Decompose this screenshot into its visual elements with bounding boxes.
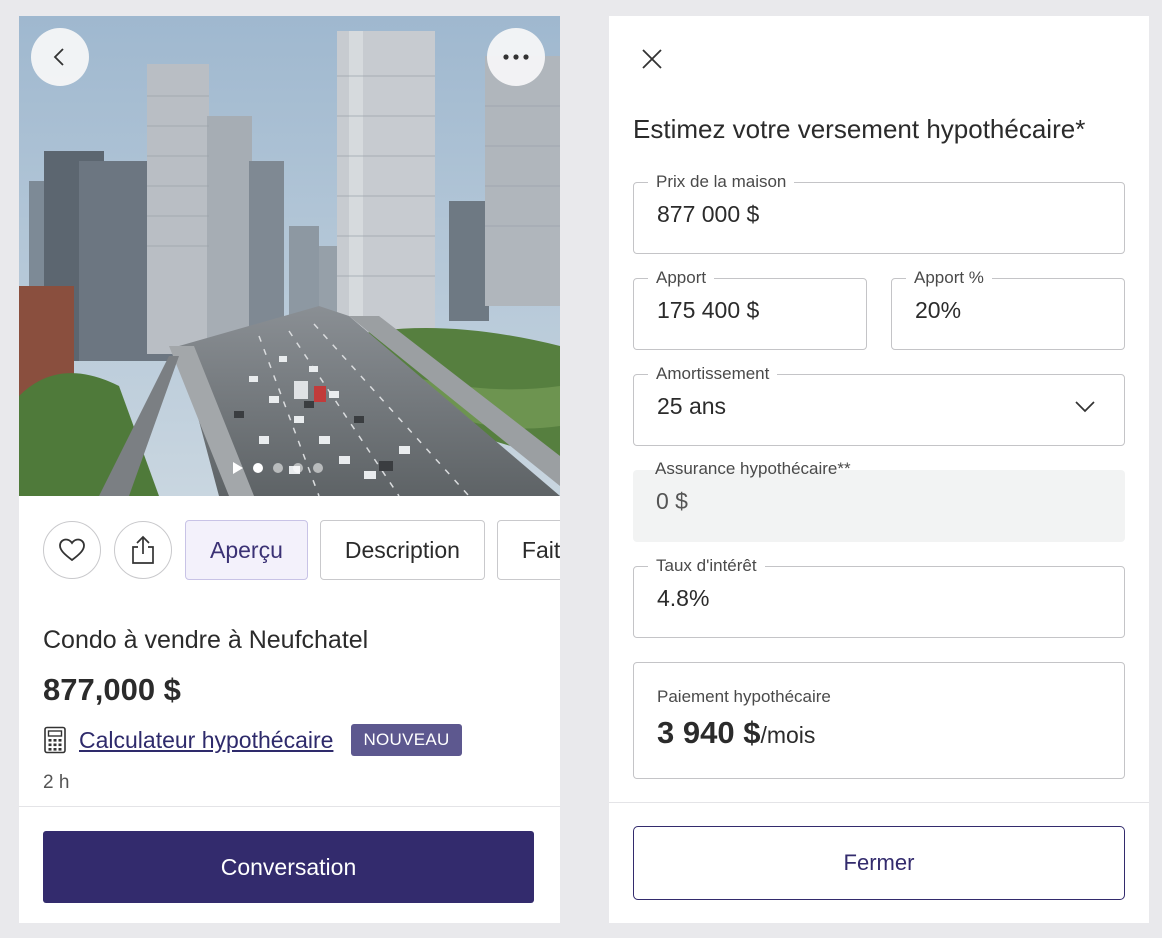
amortization-label: Amortissement (648, 363, 778, 385)
gallery-indicator (233, 462, 323, 474)
interest-rate-label: Taux d'intérêt (648, 555, 765, 577)
interest-rate-field[interactable]: Taux d'intérêt 4.8% (633, 555, 1125, 638)
calculator-title: Estimez votre versement hypothécaire* (633, 114, 1086, 144)
down-payment-percent-value: 20% (915, 297, 962, 323)
new-badge: NOUVEAU (351, 724, 462, 756)
chevron-left-icon (53, 48, 64, 66)
listing-price: 877,000 $ (43, 672, 181, 707)
gallery-dot[interactable] (293, 463, 303, 473)
mortgage-insurance-value: 0 $ (656, 488, 688, 514)
mortgage-payment-value: 3 940 $ (657, 715, 761, 750)
more-options-button[interactable] (487, 28, 545, 86)
listing-panel: Aperçu Description Fait Condo à vendre à… (19, 16, 560, 923)
tab-faits[interactable]: Fait (496, 520, 560, 580)
divider (609, 802, 1149, 803)
mortgage-payment-label: Paiement hypothécaire (657, 687, 831, 706)
down-payment-label: Apport (648, 267, 715, 289)
more-horizontal-icon (503, 54, 529, 60)
interest-rate-value: 4.8% (657, 585, 710, 611)
close-button[interactable]: Fermer (633, 826, 1125, 900)
calculator-row: Calculateur hypothécaire NOUVEAU (43, 724, 462, 756)
down-payment-field[interactable]: Apport 175 400 $ (633, 267, 867, 350)
share-button[interactable] (114, 521, 172, 579)
gallery-dot[interactable] (253, 463, 263, 473)
amortization-select[interactable]: Amortissement 25 ans (633, 363, 1125, 446)
mortgage-payment-result: Paiement hypothécaire 3 940 $/mois (633, 662, 1125, 779)
down-payment-percent-field[interactable]: Apport % 20% (891, 267, 1125, 350)
heart-icon (59, 538, 85, 562)
gallery-dot[interactable] (313, 463, 323, 473)
mortgage-insurance-field: Assurance hypothécaire** 0 $ (633, 459, 1125, 542)
divider (19, 806, 560, 807)
city-highway-image (19, 16, 560, 496)
calculator-icon (44, 726, 66, 754)
posted-time: 2 h (43, 772, 70, 793)
tab-apercu[interactable]: Aperçu (185, 520, 308, 580)
back-button[interactable] (31, 28, 89, 86)
amortization-value: 25 ans (657, 393, 727, 419)
gallery-dot[interactable] (273, 463, 283, 473)
home-price-value: 877 000 $ (657, 201, 760, 227)
close-icon[interactable] (639, 46, 665, 72)
home-price-label: Prix de la maison (648, 171, 795, 193)
favorite-button[interactable] (43, 521, 101, 579)
play-icon[interactable] (233, 462, 243, 474)
conversation-button[interactable]: Conversation (43, 831, 534, 903)
action-row: Aperçu Description Fait (43, 520, 560, 580)
listing-title: Condo à vendre à Neufchatel (43, 626, 369, 654)
mortgage-payment-amount: 3 940 $/mois (657, 715, 815, 751)
mortgage-calculator-link[interactable]: Calculateur hypothécaire (79, 727, 333, 754)
mortgage-payment-unit: /mois (760, 722, 816, 748)
home-price-field[interactable]: Prix de la maison 877 000 $ (633, 171, 1125, 254)
tab-description[interactable]: Description (319, 520, 485, 580)
mortgage-calculator-panel: Estimez votre versement hypothécaire* Pr… (609, 16, 1149, 923)
down-payment-percent-label: Apport % (906, 267, 992, 289)
share-icon (132, 535, 154, 564)
mortgage-insurance-label: Assurance hypothécaire** (655, 459, 851, 478)
down-payment-value: 175 400 $ (657, 297, 760, 323)
chevron-down-icon (1075, 401, 1095, 413)
listing-photo[interactable] (19, 16, 560, 496)
